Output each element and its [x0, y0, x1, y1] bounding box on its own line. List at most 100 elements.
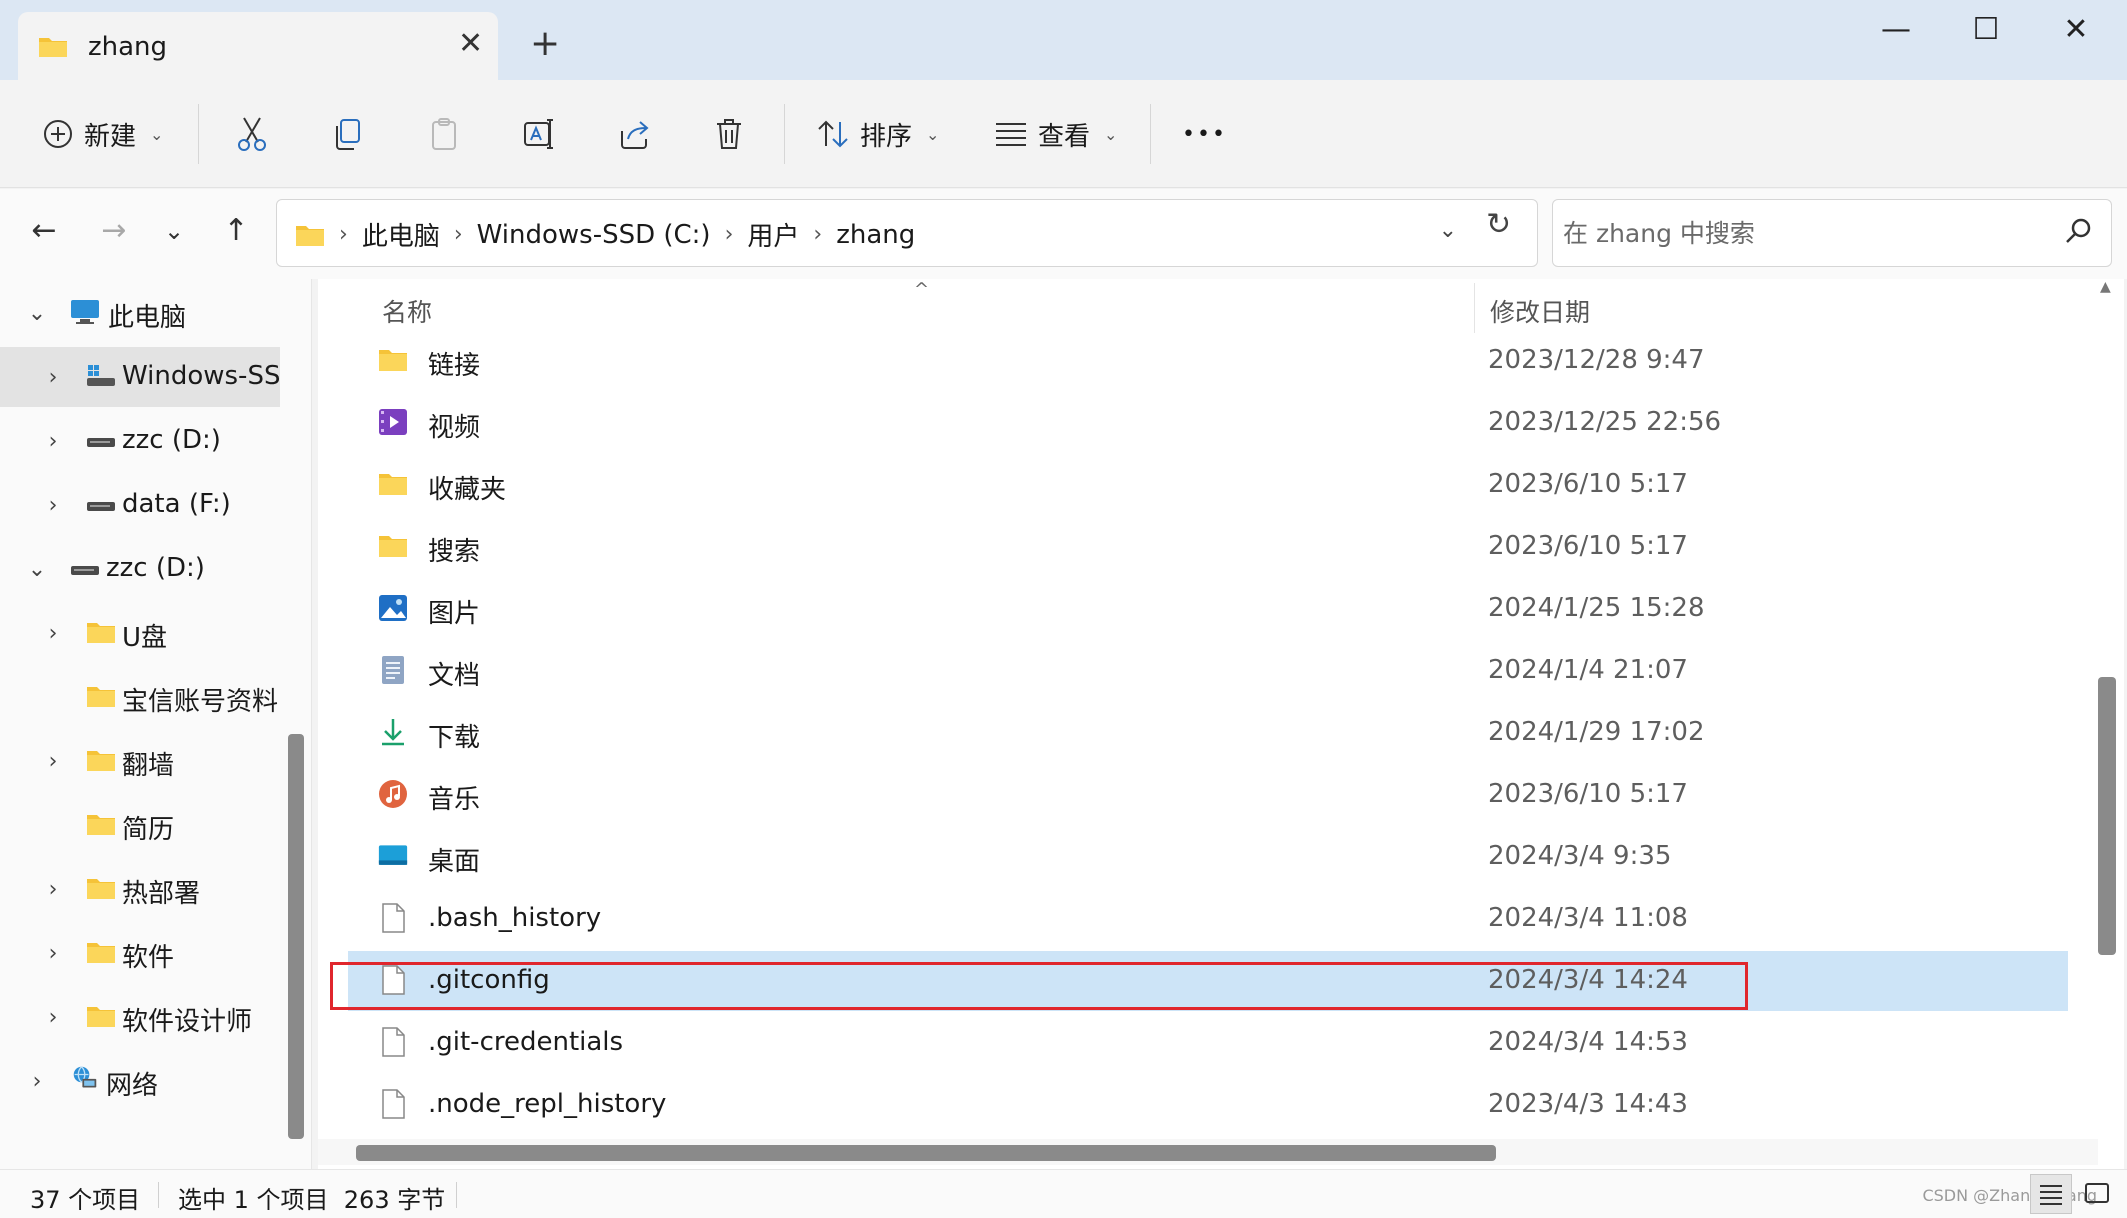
chevron-down-icon[interactable]: ⌄ — [24, 301, 50, 326]
sort-icon — [818, 120, 848, 148]
file-row[interactable]: .bash_history 2024/3/4 11:08 — [348, 889, 2068, 949]
minimize-button[interactable]: — — [1866, 12, 1926, 47]
file-row[interactable]: 图片 2024/1/25 15:28 — [348, 579, 2068, 639]
desktop-icon — [378, 845, 408, 865]
file-row[interactable]: 搜索 2023/6/10 5:17 — [348, 517, 2068, 577]
view-button[interactable]: 查看 ⌄ — [994, 110, 1117, 158]
tiles-view-button[interactable] — [2076, 1174, 2118, 1214]
sidebar-item-folder[interactable]: › 软件设计师 — [0, 987, 280, 1047]
file-date: 2023/6/10 5:17 — [1488, 531, 1688, 561]
chevron-right-icon[interactable]: › — [24, 1069, 50, 1094]
back-arrow-icon[interactable]: ← — [24, 213, 64, 248]
search-input[interactable] — [1563, 210, 2043, 256]
vertical-scrollbar[interactable] — [2098, 677, 2116, 955]
sidebar-item-folder[interactable]: › 热部署 — [0, 859, 280, 919]
chevron-right-icon[interactable]: › — [40, 749, 66, 774]
search-box — [1552, 199, 2112, 267]
tab-title: zhang — [88, 32, 168, 62]
paste-button[interactable] — [428, 110, 460, 158]
column-header-modified[interactable]: 修改日期 — [1490, 293, 1590, 329]
file-name: 文档 — [428, 661, 481, 691]
sidebar-item-windows-ssd[interactable]: › Windows-SSD — [0, 347, 280, 407]
file-name: .node_repl_history — [428, 1089, 667, 1119]
column-divider[interactable] — [1474, 283, 1475, 333]
chevron-right-icon[interactable]: › — [40, 877, 66, 902]
file-row[interactable]: 音乐 2023/6/10 5:17 — [348, 765, 2068, 825]
chevron-down-icon: ⌄ — [1104, 124, 1118, 144]
cut-button[interactable] — [236, 110, 268, 158]
sort-button[interactable]: 排序 ⌄ — [816, 110, 939, 158]
folder-icon — [87, 1007, 115, 1027]
share-button[interactable] — [618, 110, 652, 158]
chevron-right-icon[interactable]: › — [40, 365, 66, 390]
file-name: 搜索 — [428, 537, 481, 567]
file-row[interactable]: 视频 2023/12/25 22:56 — [348, 393, 2068, 453]
new-tab-button[interactable]: + — [530, 26, 560, 62]
sidebar-item-network[interactable]: › 网络 — [0, 1051, 280, 1111]
address-history-chevron-icon[interactable]: ⌄ — [1439, 218, 1457, 243]
file-date: 2024/3/4 14:24 — [1488, 965, 1688, 995]
sidebar-item-folder[interactable]: › 翻墙 — [0, 731, 280, 791]
sidebar-item-label: 翻墙 — [122, 751, 175, 781]
sidebar-item-this-pc[interactable]: ⌄ 此电脑 — [0, 283, 280, 343]
navigation-pane: ⌄ 此电脑 › Windows-SSD › zzc (D:) › data (F… — [0, 279, 312, 1169]
scroll-up-arrow-icon[interactable]: ▲ — [2100, 279, 2111, 295]
folder-icon — [379, 474, 407, 495]
sidebar-item-drive-f[interactable]: › data (F:) — [0, 475, 280, 535]
refresh-icon[interactable]: ↻ — [1486, 207, 1511, 242]
chevron-down-icon[interactable]: ⌄ — [24, 557, 50, 582]
chevron-right-icon[interactable]: › — [40, 429, 66, 454]
breadcrumb-this-pc[interactable]: 此电脑 — [362, 216, 440, 253]
search-icon[interactable] — [2063, 216, 2093, 246]
chevron-right-icon[interactable]: › — [40, 941, 66, 966]
breadcrumb-users[interactable]: 用户 — [747, 216, 799, 253]
tab-close-icon[interactable]: ✕ — [458, 26, 483, 61]
chevron-right-icon[interactable]: › — [40, 1005, 66, 1030]
file-row[interactable]: .git-credentials 2024/3/4 14:53 — [348, 1013, 2068, 1073]
more-options-button[interactable]: ••• — [1182, 110, 1227, 158]
breadcrumb-drive-c[interactable]: Windows-SSD (C:) — [477, 220, 711, 250]
breadcrumb-zhang[interactable]: zhang — [836, 220, 915, 250]
forward-arrow-icon[interactable]: → — [94, 213, 134, 248]
horizontal-scrollbar[interactable] — [356, 1145, 1496, 1161]
sidebar-item-label: zzc (D:) — [122, 425, 221, 455]
copy-button[interactable] — [332, 110, 364, 158]
file-row[interactable]: 桌面 2024/3/4 9:35 — [348, 827, 2068, 887]
sidebar-scrollbar[interactable] — [288, 734, 304, 1139]
rename-button[interactable] — [522, 110, 556, 158]
details-view-button[interactable] — [2030, 1174, 2072, 1214]
file-date: 2023/12/28 9:47 — [1488, 345, 1705, 375]
file-row[interactable]: 链接 2023/12/28 9:47 — [348, 331, 2068, 391]
chevron-right-icon[interactable]: › — [40, 621, 66, 646]
address-bar[interactable]: › 此电脑 › Windows-SSD (C:) › 用户 › zhang ⌄ — [276, 199, 1538, 267]
column-header-name[interactable]: 名称 — [382, 293, 432, 329]
recent-locations-chevron-icon[interactable]: ⌄ — [154, 217, 194, 245]
file-row[interactable]: 收藏夹 2023/6/10 5:17 — [348, 455, 2068, 515]
folder-icon — [87, 751, 115, 771]
folder-icon — [87, 623, 115, 643]
sidebar-item-label: 宝信账号资料 — [122, 687, 279, 717]
sidebar-item-folder[interactable]: 简历 — [0, 795, 280, 855]
file-row-selected[interactable]: .gitconfig 2024/3/4 14:24 — [348, 951, 2068, 1011]
file-name: .gitconfig — [428, 965, 550, 995]
up-arrow-icon[interactable]: ↑ — [216, 213, 256, 248]
delete-button[interactable] — [714, 110, 744, 158]
file-name: 视频 — [428, 413, 481, 443]
chevron-down-icon: ⌄ — [150, 124, 164, 144]
file-row[interactable]: 文档 2024/1/4 21:07 — [348, 641, 2068, 701]
sidebar-item-drive-d-expanded[interactable]: ⌄ zzc (D:) — [0, 539, 280, 599]
sidebar-item-folder[interactable]: › 软件 — [0, 923, 280, 983]
chevron-right-icon[interactable]: › — [40, 493, 66, 518]
breadcrumb-separator: › — [813, 222, 823, 247]
file-row[interactable]: .node_repl_history 2023/4/3 14:43 — [348, 1075, 2068, 1135]
file-row[interactable]: 下载 2024/1/29 17:02 — [348, 703, 2068, 763]
file-date: 2023/12/25 22:56 — [1488, 407, 1722, 437]
sidebar-item-folder[interactable]: › U盘 — [0, 603, 280, 663]
tab-zhang[interactable]: zhang ✕ — [18, 12, 498, 80]
new-button[interactable]: 新建 ⌄ — [42, 110, 163, 158]
close-button[interactable]: ✕ — [2046, 12, 2106, 47]
sidebar-item-drive-d[interactable]: › zzc (D:) — [0, 411, 280, 471]
file-date: 2023/6/10 5:17 — [1488, 779, 1688, 809]
maximize-button[interactable]: ☐ — [1956, 12, 2016, 47]
sidebar-item-folder[interactable]: 宝信账号资料 — [0, 667, 280, 727]
